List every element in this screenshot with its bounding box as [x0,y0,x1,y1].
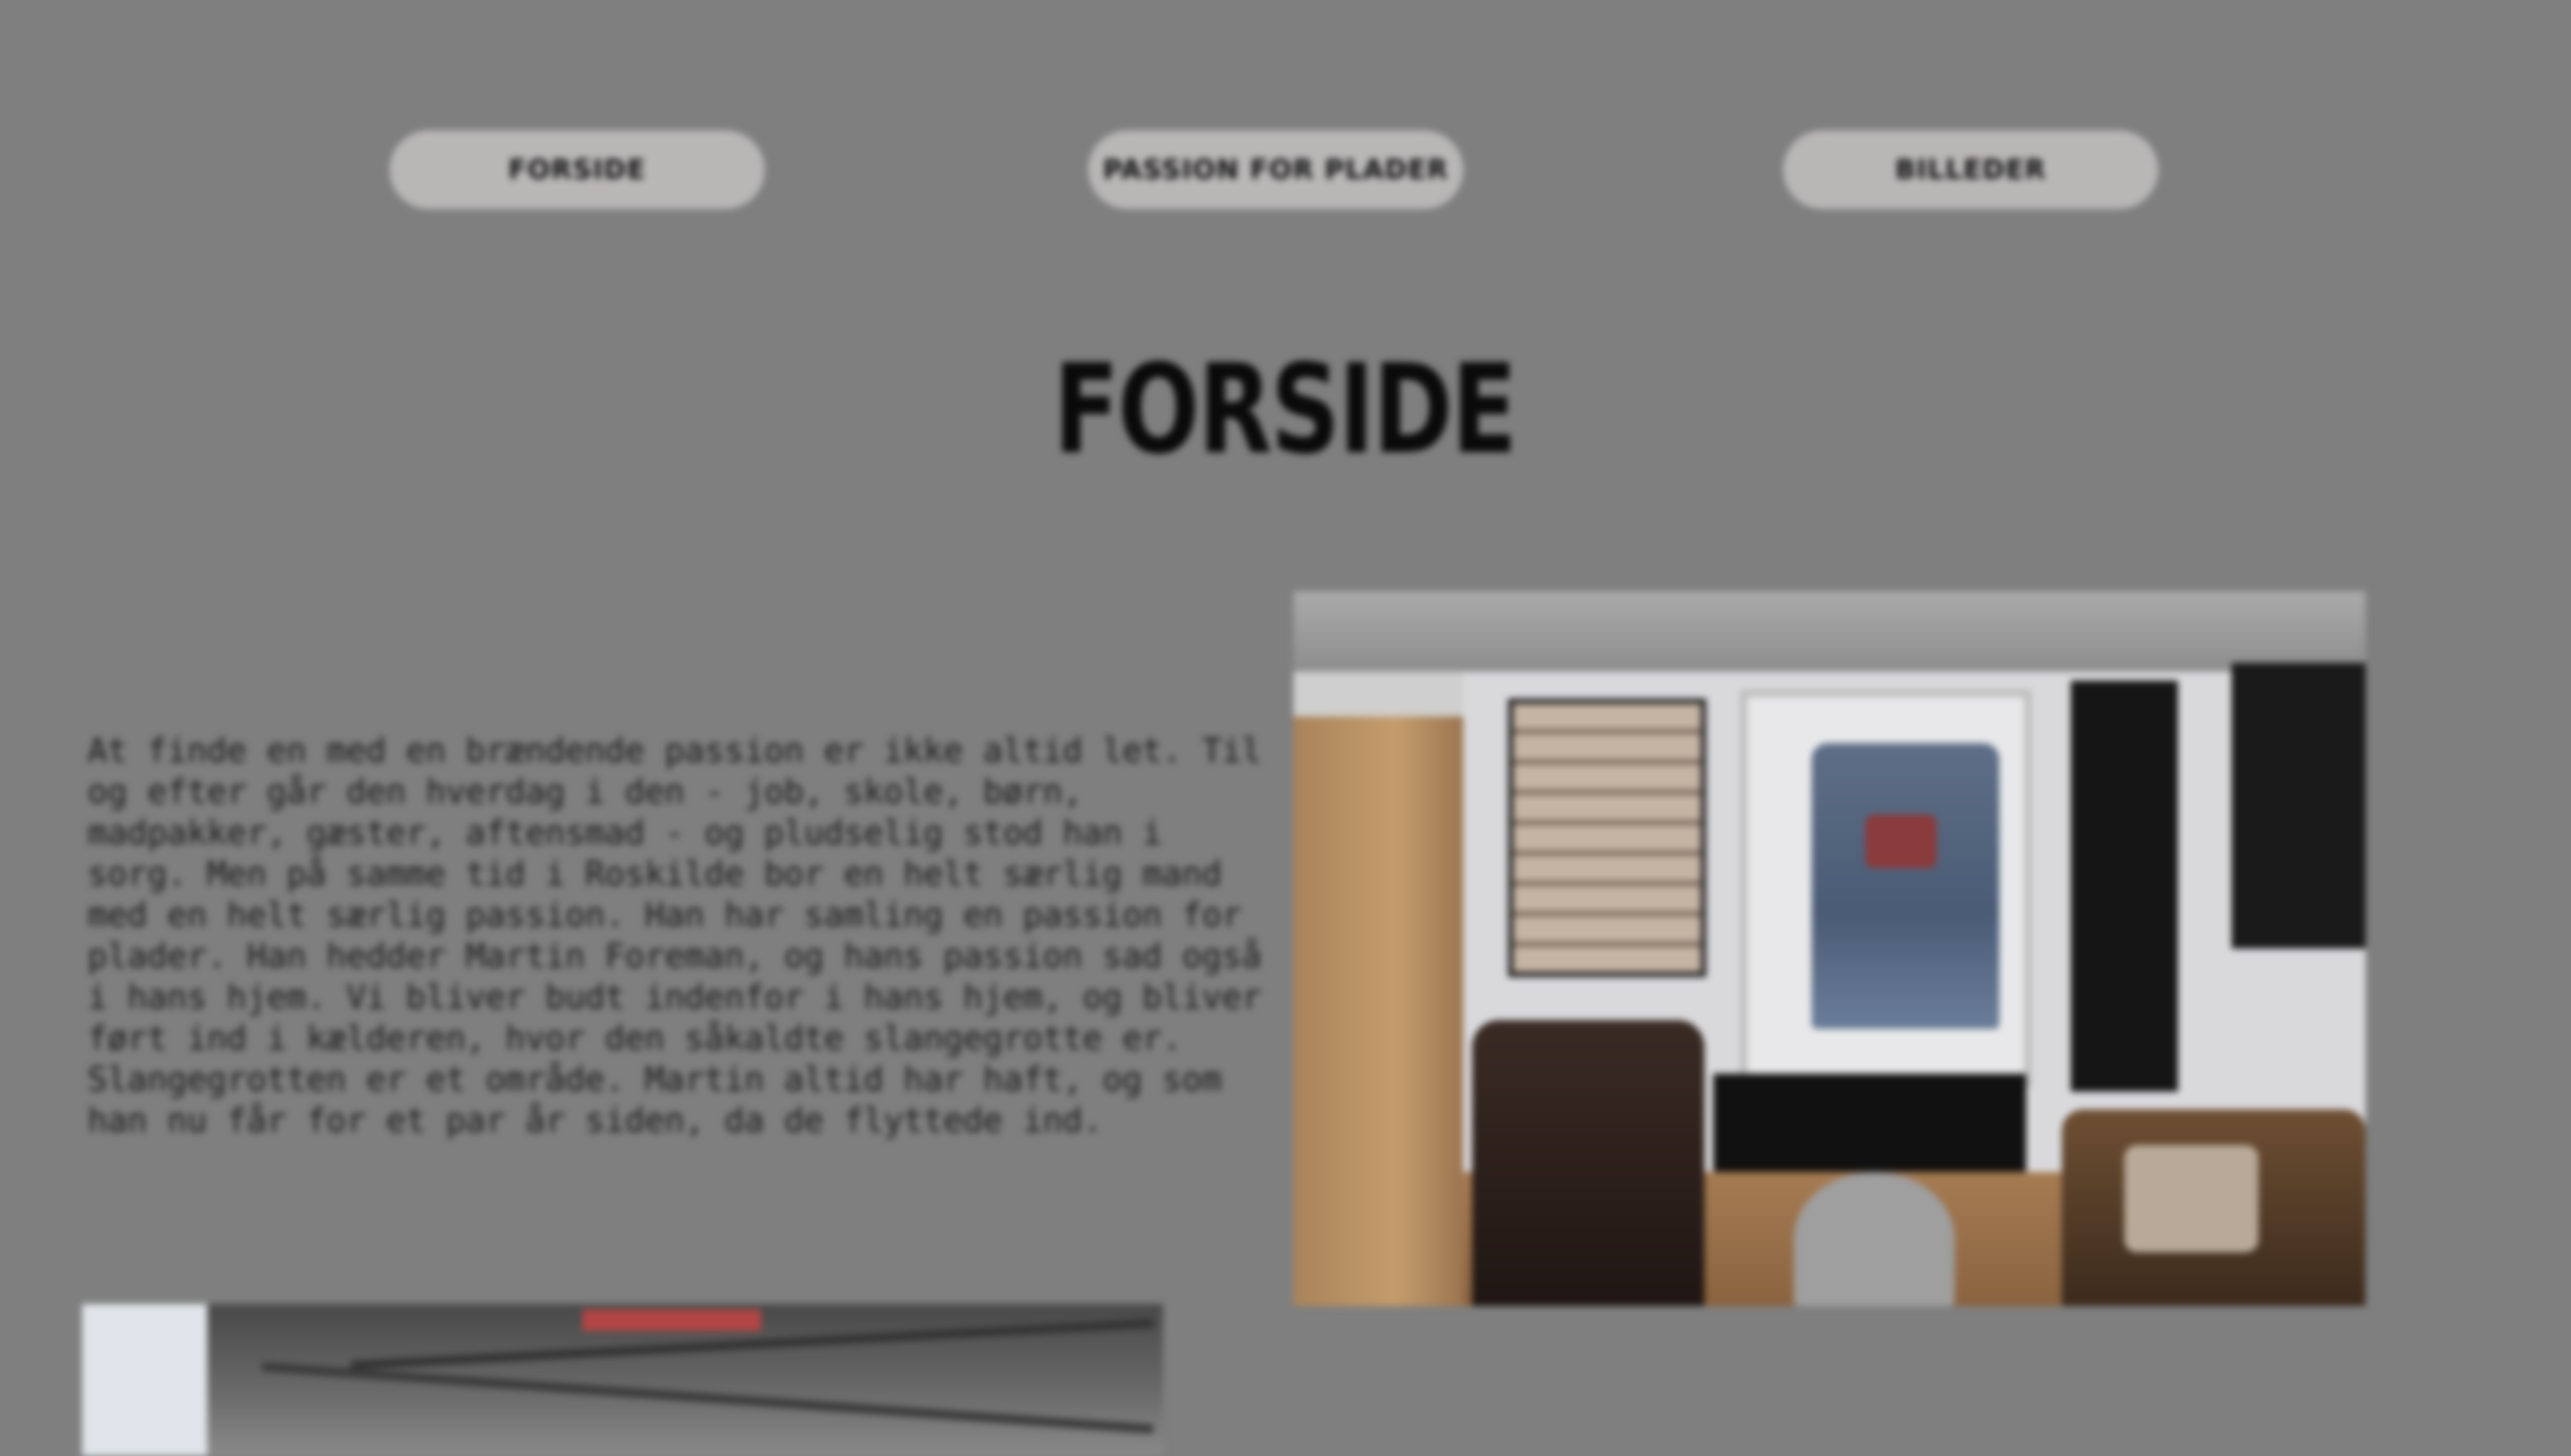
page-title: FORSIDE [1053,338,1517,481]
page: FORSIDE PASSION FOR PLADER BILLEDER FORS… [0,0,2571,1456]
nav-button-passion-for-plader[interactable]: PASSION FOR PLADER [1088,130,1463,209]
room-photo [1294,591,2366,1306]
nav-button-forside[interactable]: FORSIDE [389,130,765,209]
tent-photo [82,1304,1163,1456]
intro-paragraph: At finde en med en brændende passion er … [88,732,1262,1140]
nav-button-billeder[interactable]: BILLEDER [1783,130,2158,209]
